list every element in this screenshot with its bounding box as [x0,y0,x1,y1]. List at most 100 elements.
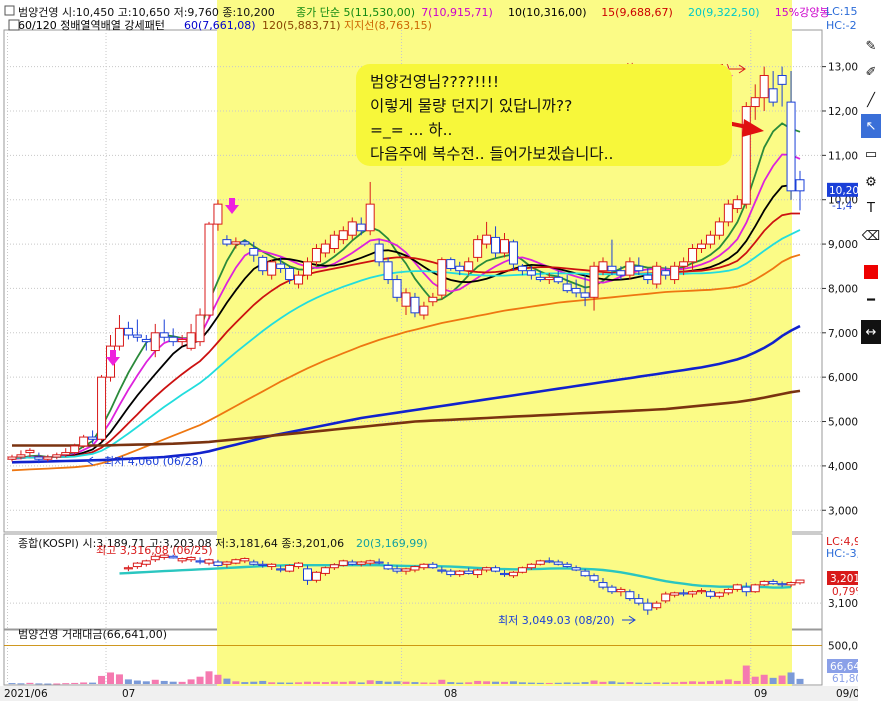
kospi-candle-body [616,588,626,593]
price-candle-body [258,256,268,272]
price-candle-body [213,203,223,225]
kospi-candle-body [759,580,769,586]
line-tool-icon[interactable]: ╱ [861,88,881,112]
volume-bar [724,679,732,684]
kospi-candle-body [285,564,295,572]
price-tick-label: 9,000 [828,239,858,251]
price-candle-body [383,261,393,281]
x-axis-label: 08 [444,688,457,700]
volume-bar [689,681,697,684]
kospi-candle-body [123,567,133,570]
price-candle-body [616,270,626,276]
kospi-candle-body [517,567,527,573]
volume-bar [151,679,159,684]
ma-legend-item: 10(10,316,00) [508,6,587,19]
brush-icon[interactable]: ✐ [861,60,881,84]
kospi-candle-body [177,558,187,562]
kospi-candle-body [473,569,483,576]
kospi-candle-body [795,579,805,584]
volume-info-text: 범양건영 거래대금(66,641,00) [18,628,167,641]
kospi-candle-body [661,593,671,602]
kospi-candle-body [428,563,438,569]
kospi-low-label: 최저 3,049.03 (08/20) [498,614,615,627]
volume-bar [680,681,688,684]
price-candle-body [177,338,187,343]
kospi-candle-body [410,566,420,571]
kospi-candle-body [464,570,474,574]
kospi-candle-body [526,563,536,569]
volume-bar [268,682,276,684]
price-candle-body [52,454,62,458]
volume-bar [160,680,168,684]
price-candle-body [338,230,348,241]
price-candle-body [535,276,545,281]
price-candle-body [491,236,501,254]
kospi-candle-body [320,567,330,574]
volume-bar [456,682,464,684]
kospi-candle-body [723,588,733,594]
price-candle-body [652,265,662,285]
price-candle-body [482,234,492,245]
kospi-candle-body [258,563,268,566]
color-swatch-icon[interactable] [861,260,881,284]
kospi-candle-body [249,561,259,565]
kospi-candle-body [213,561,223,566]
price-tick-label: 4,000 [828,461,858,473]
volume-bar [563,682,571,684]
kospi-candle-body [482,567,492,571]
price-candle-body [455,265,465,272]
line-width-icon[interactable]: ━ [861,288,881,312]
kospi-candle-body [786,582,796,586]
price-candle-body [786,101,796,192]
price-candle-body [759,74,769,99]
volume-bar [241,682,249,684]
pencil-icon[interactable]: ✎ [861,34,881,58]
price-candle-body [123,327,133,336]
kospi-candle-body [356,561,366,565]
volume-bar [733,680,741,684]
price-candle-body [43,456,53,460]
price-candle-body [114,327,124,347]
expand-icon[interactable]: ↔ [861,320,881,344]
settings-icon[interactable]: ⚙ [861,170,881,194]
volume-bar [44,683,52,685]
volume-bar [295,682,303,684]
rectangle-tool-icon[interactable]: ▭ [861,142,881,166]
x-axis-label: 09 [754,688,767,700]
price-candle-body [276,263,286,269]
kospi-candle-body [777,583,787,586]
price-candle-body [186,332,196,349]
volume-bar [608,681,616,684]
volume-bar [447,682,455,684]
volume-bar [366,680,374,684]
volume-bar [142,681,150,684]
price-candle-body [267,261,277,276]
kospi-candle-body [652,602,662,609]
kospi-candle-body [294,562,304,568]
price-candle-body [526,270,536,276]
current-change-text: -1,4 [832,200,853,212]
cursor-tool-icon[interactable]: ↖ [861,114,881,138]
kospi-candle-body [705,591,715,597]
price-candle-body [598,261,608,272]
lc-label: LC:15 [826,5,858,18]
ma-legend-item: 7(10,915,71) [421,6,493,19]
price-candle-body [132,334,142,338]
eraser-icon[interactable]: ⌫ [861,224,881,248]
price-candle-body [500,239,509,254]
kospi-candle-body [186,556,196,561]
kospi-candle-body [535,560,545,565]
kospi-candle-body [491,567,501,572]
volume-bar [26,682,34,684]
kospi-candle-body [679,592,689,595]
volume-bar [17,683,25,685]
note-line-3: =_= ... 하.. [370,121,453,139]
price-candle-body [428,296,438,303]
volume-bar [339,681,347,684]
volume-bar [787,672,795,684]
text-tool-icon[interactable]: T [861,196,881,220]
price-candle-body [25,449,35,454]
kospi-ma-legend: 20(3,169,99) [356,537,428,550]
volume-bar [474,680,482,684]
volume-bar [223,678,231,684]
